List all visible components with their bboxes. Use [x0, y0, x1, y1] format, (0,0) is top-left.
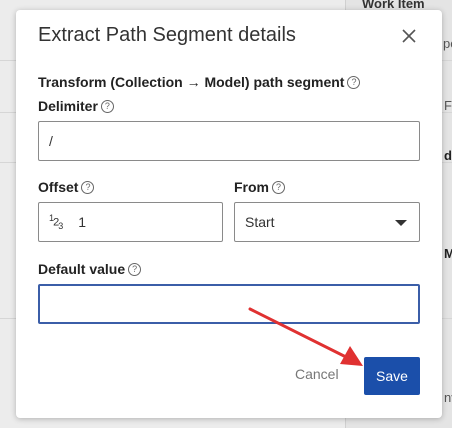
- default-value-label: Default value ?: [38, 261, 142, 277]
- help-icon[interactable]: ?: [81, 180, 95, 194]
- from-selected-value: Start: [245, 214, 275, 230]
- background-fragment: nv: [444, 390, 452, 405]
- from-select[interactable]: Start: [234, 202, 420, 242]
- save-button[interactable]: Save: [364, 357, 420, 395]
- extract-path-segment-dialog: Extract Path Segment details Transform (…: [16, 10, 442, 418]
- help-icon[interactable]: ?: [100, 99, 114, 113]
- cancel-button[interactable]: Cancel: [295, 366, 339, 382]
- background-fragment: d: [444, 148, 452, 163]
- delimiter-label-text: Delimiter: [38, 98, 98, 114]
- help-icon[interactable]: ?: [347, 75, 361, 89]
- section-label: Transform (Collection → Model) path segm…: [38, 74, 361, 90]
- number-type-icon: 123: [49, 213, 63, 231]
- chevron-down-icon: [395, 220, 407, 226]
- background-fragment: F: [444, 98, 452, 113]
- section-label-text: Transform (Collection → Model) path segm…: [38, 74, 345, 90]
- from-label-text: From: [234, 179, 269, 195]
- from-label: From ?: [234, 179, 285, 195]
- delimiter-label: Delimiter ?: [38, 98, 114, 114]
- delimiter-value: /: [49, 133, 53, 149]
- help-icon[interactable]: ?: [128, 262, 142, 276]
- default-value-label-text: Default value: [38, 261, 126, 277]
- offset-label: Offset ?: [38, 179, 95, 195]
- offset-label-text: Offset: [38, 179, 79, 195]
- close-button[interactable]: [399, 26, 419, 46]
- close-icon: [402, 29, 416, 43]
- background-fragment: pe: [443, 36, 452, 51]
- help-icon[interactable]: ?: [272, 180, 285, 194]
- dialog-title: Extract Path Segment details: [38, 24, 296, 46]
- background-fragment: M: [444, 246, 452, 261]
- offset-number-input[interactable]: 123 1: [38, 202, 223, 242]
- default-value-input[interactable]: [38, 284, 420, 324]
- delimiter-input[interactable]: /: [38, 121, 420, 161]
- offset-value: 1: [78, 214, 87, 230]
